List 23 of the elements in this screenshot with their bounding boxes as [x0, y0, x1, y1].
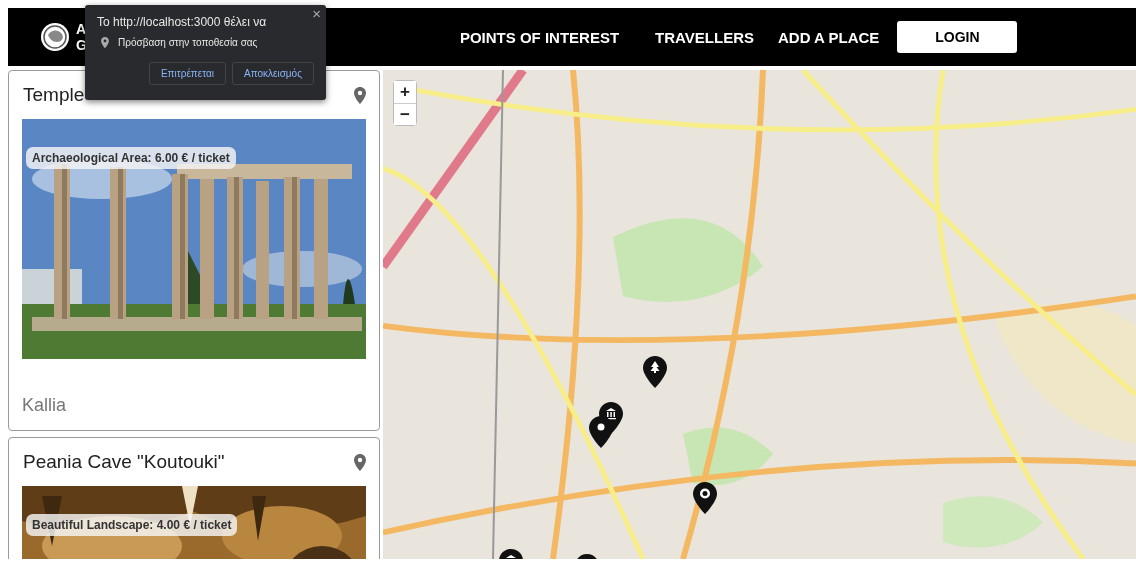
location-pin-icon[interactable] — [354, 86, 366, 104]
map-marker-icon[interactable] — [589, 416, 613, 448]
location-pin-icon — [101, 37, 109, 48]
place-title: Peania Cave "Koutouki" — [23, 451, 225, 473]
zoom-out-button[interactable]: − — [394, 103, 416, 125]
price-badge: Beautiful Landscape: 4.00 € / ticket — [26, 514, 238, 536]
ring-marker-icon[interactable] — [693, 482, 717, 514]
permission-button[interactable]: Επιτρέπεται — [148, 62, 226, 85]
permission-button[interactable]: Αποκλεισμός — [232, 62, 314, 85]
place-title: Temple — [23, 84, 85, 106]
logo-icon — [40, 22, 70, 52]
popup-title: Το http://localhost:3000 θέλει να — [97, 15, 268, 29]
nav-link[interactable]: TRAVELLERS — [655, 28, 754, 46]
author-name: Kallia — [22, 394, 68, 417]
tree-marker-icon[interactable] — [643, 356, 667, 388]
nav-link[interactable]: POINTS OF INTEREST — [459, 28, 620, 46]
close-button[interactable]: × — [312, 5, 321, 22]
location-pin-icon[interactable] — [354, 453, 366, 471]
login-button[interactable]: LOGIN — [897, 21, 1018, 53]
permission-request: Πρόσβαση στην τοποθεσία σας — [118, 37, 258, 48]
logo-text: A — [76, 21, 87, 37]
nav-link[interactable]: ADD A PLACE — [778, 28, 880, 46]
price-badge: Archaeological Area: 6.00 € / ticket — [26, 147, 236, 169]
